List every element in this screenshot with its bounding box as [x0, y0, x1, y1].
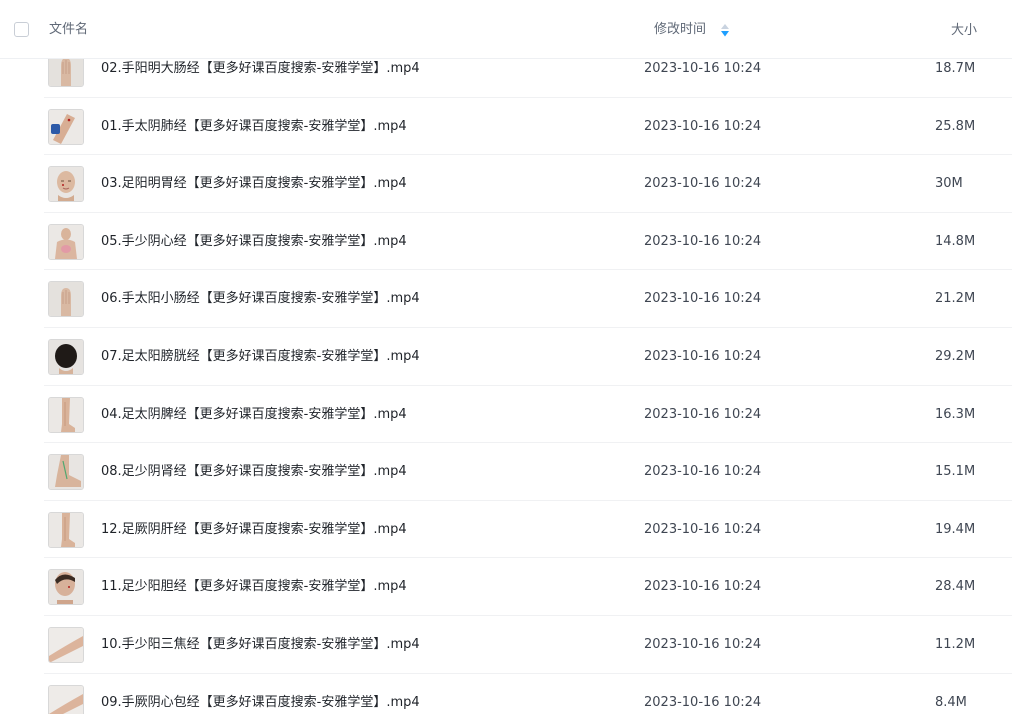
file-modified-time: 2023-10-16 10:24	[644, 694, 762, 710]
file-name[interactable]: 04.足太阴脾经【更多好课百度搜索-安雅学堂】.mp4	[101, 406, 407, 423]
face-thumb[interactable]	[48, 166, 84, 203]
file-name[interactable]: 09.手厥阴心包经【更多好课百度搜索-安雅学堂】.mp4	[101, 694, 420, 711]
file-name[interactable]: 05.手少阴心经【更多好课百度搜索-安雅学堂】.mp4	[101, 233, 407, 250]
file-modified-time: 2023-10-16 10:24	[644, 291, 762, 307]
file-row[interactable]: 01.手太阴肺经【更多好课百度搜索-安雅学堂】.mp4 2023-10-16 10…	[44, 98, 1012, 156]
forearm-thumb[interactable]	[48, 626, 84, 663]
file-name[interactable]: 01.手太阴肺经【更多好课百度搜索-安雅学堂】.mp4	[101, 118, 407, 135]
file-modified-time: 2023-10-16 10:24	[644, 348, 762, 364]
file-modified-time: 2023-10-16 10:24	[644, 636, 762, 652]
forearm-thumb[interactable]	[48, 684, 84, 714]
leg-thumb[interactable]	[48, 511, 84, 548]
hand-thumb[interactable]	[48, 281, 84, 318]
file-size: 14.8M	[935, 233, 976, 249]
file-name[interactable]: 07.足太阳膀胱经【更多好课百度搜索-安雅学堂】.mp4	[101, 348, 420, 365]
file-size: 15.1M	[935, 464, 976, 480]
file-row[interactable]: 08.足少阴肾经【更多好课百度搜索-安雅学堂】.mp4 2023-10-16 10…	[44, 443, 1012, 501]
file-name[interactable]: 02.手阳明大肠经【更多好课百度搜索-安雅学堂】.mp4	[101, 60, 420, 77]
file-size: 8.4M	[935, 694, 967, 710]
file-name[interactable]: 12.足厥阴肝经【更多好课百度搜索-安雅学堂】.mp4	[101, 521, 407, 538]
list-header: 文件名 修改时间 大小	[0, 0, 1012, 59]
file-size: 11.2M	[935, 636, 976, 652]
file-size: 30M	[935, 176, 963, 192]
file-modified-time: 2023-10-16 10:24	[644, 464, 762, 480]
file-list-view: 文件名 修改时间 大小 02.手阳明大肠经【更多好课百度搜索-安雅学堂】.mp4…	[0, 0, 1012, 714]
leg-thumb[interactable]	[48, 396, 84, 433]
file-row[interactable]: 05.手少阴心经【更多好课百度搜索-安雅学堂】.mp4 2023-10-16 10…	[44, 213, 1012, 271]
file-size: 25.8M	[935, 118, 976, 134]
torso-thumb[interactable]	[48, 223, 84, 260]
file-modified-time: 2023-10-16 10:24	[644, 579, 762, 595]
arm-thumb[interactable]	[48, 108, 84, 145]
file-modified-time: 2023-10-16 10:24	[644, 118, 762, 134]
file-name[interactable]: 06.手太阳小肠经【更多好课百度搜索-安雅学堂】.mp4	[101, 290, 420, 307]
sort-desc-icon[interactable]	[721, 24, 729, 37]
file-modified-time: 2023-10-16 10:24	[644, 233, 762, 249]
file-size: 16.3M	[935, 406, 976, 422]
file-modified-time: 2023-10-16 10:24	[644, 176, 762, 192]
file-modified-time: 2023-10-16 10:24	[644, 406, 762, 422]
file-modified-time: 2023-10-16 10:24	[644, 61, 762, 76]
column-header-size[interactable]: 大小	[951, 23, 977, 39]
file-row[interactable]: 07.足太阳膀胱经【更多好课百度搜索-安雅学堂】.mp4 2023-10-16 1…	[44, 328, 1012, 386]
file-size: 28.4M	[935, 579, 976, 595]
select-all-checkbox[interactable]	[14, 22, 29, 37]
column-header-name[interactable]: 文件名	[49, 22, 88, 38]
file-name[interactable]: 11.足少阳胆经【更多好课百度搜索-安雅学堂】.mp4	[101, 578, 407, 595]
head-side-thumb[interactable]	[48, 569, 84, 606]
file-size: 19.4M	[935, 521, 976, 537]
file-name[interactable]: 10.手少阳三焦经【更多好课百度搜索-安雅学堂】.mp4	[101, 636, 420, 653]
file-row[interactable]: 11.足少阳胆经【更多好课百度搜索-安雅学堂】.mp4 2023-10-16 10…	[44, 558, 1012, 616]
head-back-thumb[interactable]	[48, 338, 84, 375]
file-row[interactable]: 09.手厥阴心包经【更多好课百度搜索-安雅学堂】.mp4 2023-10-16 1…	[44, 674, 1012, 714]
column-header-modified-time[interactable]: 修改时间	[654, 22, 706, 38]
file-size: 21.2M	[935, 291, 976, 307]
foot-thumb[interactable]	[48, 454, 84, 491]
file-name[interactable]: 08.足少阴肾经【更多好课百度搜索-安雅学堂】.mp4	[101, 463, 407, 480]
file-row[interactable]: 06.手太阳小肠经【更多好课百度搜索-安雅学堂】.mp4 2023-10-16 1…	[44, 270, 1012, 328]
file-rows: 02.手阳明大肠经【更多好课百度搜索-安雅学堂】.mp4 2023-10-16 1…	[0, 40, 1012, 714]
file-row[interactable]: 10.手少阳三焦经【更多好课百度搜索-安雅学堂】.mp4 2023-10-16 1…	[44, 616, 1012, 674]
file-size: 29.2M	[935, 348, 976, 364]
file-modified-time: 2023-10-16 10:24	[644, 521, 762, 537]
file-name[interactable]: 03.足阳明胃经【更多好课百度搜索-安雅学堂】.mp4	[101, 175, 407, 192]
file-row[interactable]: 03.足阳明胃经【更多好课百度搜索-安雅学堂】.mp4 2023-10-16 10…	[44, 155, 1012, 213]
file-row[interactable]: 04.足太阴脾经【更多好课百度搜索-安雅学堂】.mp4 2023-10-16 10…	[44, 386, 1012, 444]
file-size: 18.7M	[935, 61, 976, 76]
file-row[interactable]: 12.足厥阴肝经【更多好课百度搜索-安雅学堂】.mp4 2023-10-16 10…	[44, 501, 1012, 559]
